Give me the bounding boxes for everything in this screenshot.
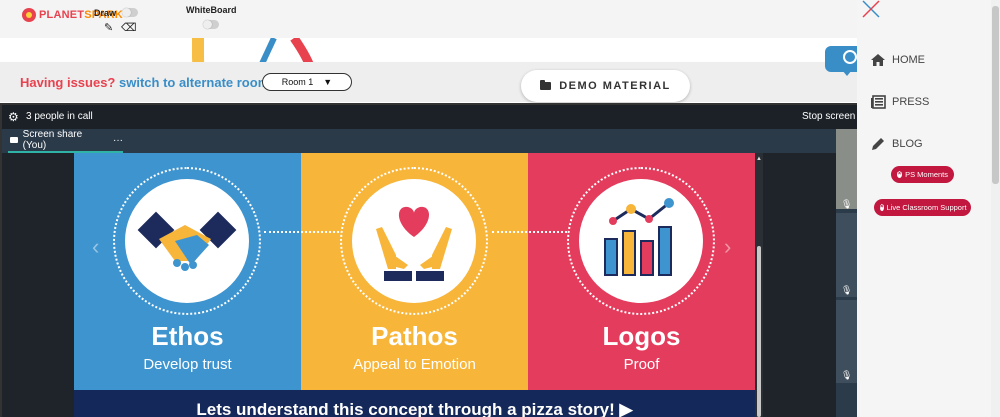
- newspaper-icon: [871, 95, 886, 109]
- demo-material-button[interactable]: DEMO MATERIAL: [521, 70, 690, 102]
- chat-bubble-tail: [842, 70, 852, 76]
- room-select[interactable]: Room 1 ▼: [262, 73, 352, 91]
- nav-blog-label: BLOG: [892, 138, 923, 150]
- nav-press[interactable]: PRESS: [870, 94, 929, 110]
- slide-banner: Lets understand this concept through a p…: [74, 390, 755, 417]
- screen-icon: [10, 137, 18, 143]
- live-classroom-support-button[interactable]: × Live Classroom Support: [874, 199, 971, 216]
- pathos-subtitle: Appeal to Emotion: [353, 356, 476, 373]
- room-select-value: Room 1: [281, 77, 314, 87]
- tab-screen-share-label: Screen share (You): [22, 129, 83, 151]
- tab-screen-share[interactable]: Screen share (You) ···: [8, 129, 123, 153]
- people-in-call-count: 3 people in call: [26, 111, 93, 122]
- bar-chart-icon: [604, 198, 674, 276]
- ps-moments-label: PS Moments: [905, 170, 948, 179]
- pencil-icon: [872, 138, 884, 150]
- logos-title: Logos: [602, 321, 681, 351]
- sidebar-scrollbar-thumb[interactable]: [992, 6, 999, 184]
- slide-panel-logos: Logos Proof: [528, 153, 755, 390]
- nav-home[interactable]: HOME: [870, 52, 925, 68]
- close-circle-icon: ×: [897, 171, 903, 178]
- logo-mark-icon: [22, 8, 36, 22]
- nav-press-label: PRESS: [892, 96, 930, 108]
- heart-hands-icon: [376, 206, 452, 281]
- pathos-title: Pathos: [371, 321, 458, 351]
- microphone-icon[interactable]: 🎙: [841, 285, 852, 296]
- share-scrollbar-thumb[interactable]: [757, 246, 761, 417]
- switch-room-link[interactable]: switch to alternate room: [119, 75, 269, 90]
- more-options-icon[interactable]: ···: [113, 135, 123, 146]
- logos-circle: [567, 167, 715, 315]
- dotted-connector: [264, 231, 339, 233]
- issues-message: Having issues? switch to alternate room: [20, 75, 269, 90]
- whiteboard-toggle[interactable]: [203, 20, 219, 29]
- ps-moments-button[interactable]: × PS Moments: [891, 166, 954, 183]
- scroll-up-icon[interactable]: ▲: [756, 156, 762, 162]
- logo-text-part1: PLANET: [39, 9, 85, 21]
- dotted-connector: [492, 231, 567, 233]
- settings-gear-icon[interactable]: ⚙: [8, 110, 19, 124]
- home-icon: [871, 54, 885, 66]
- draw-label: Draw: [94, 8, 117, 18]
- nav-home-label: HOME: [892, 54, 925, 66]
- close-icon[interactable]: [862, 0, 880, 18]
- stop-screen-share-button[interactable]: Stop screen: [802, 111, 855, 122]
- call-tab-bar: [2, 129, 836, 153]
- issues-question: Having issues?: [20, 75, 116, 90]
- eraser-icon[interactable]: ⌫: [121, 21, 137, 34]
- shared-slide: Ethos Develop trust Pathos Appeal to Emo…: [74, 153, 755, 417]
- pathos-circle: [340, 167, 488, 315]
- logos-subtitle: Proof: [623, 356, 660, 373]
- handshake-icon: [137, 211, 237, 271]
- draw-toggle[interactable]: [122, 8, 138, 17]
- slide-prev-arrow-icon[interactable]: ‹: [92, 234, 99, 260]
- folder-icon: [540, 80, 552, 90]
- pencil-icon[interactable]: ✎: [104, 21, 113, 34]
- slide-panel-pathos: Pathos Appeal to Emotion: [301, 153, 528, 390]
- slide-next-arrow-icon[interactable]: ›: [724, 234, 731, 260]
- participant-tile[interactable]: [836, 129, 857, 209]
- ethos-title: Ethos: [151, 321, 224, 351]
- microphone-icon[interactable]: 🎙: [841, 370, 852, 381]
- caret-down-icon: ▼: [323, 77, 333, 87]
- ethos-circle: [113, 167, 261, 315]
- slide-panel-ethos: Ethos Develop trust: [74, 153, 301, 390]
- microphone-icon[interactable]: 🎙: [841, 199, 852, 210]
- demo-material-label: DEMO MATERIAL: [559, 80, 671, 92]
- nav-blog[interactable]: BLOG: [870, 136, 923, 152]
- close-circle-icon: ×: [880, 204, 884, 211]
- ethos-subtitle: Develop trust: [143, 356, 232, 373]
- live-classroom-support-label: Live Classroom Support: [886, 203, 967, 212]
- chat-icon[interactable]: [825, 46, 857, 72]
- whiteboard-label: WhiteBoard: [186, 5, 237, 15]
